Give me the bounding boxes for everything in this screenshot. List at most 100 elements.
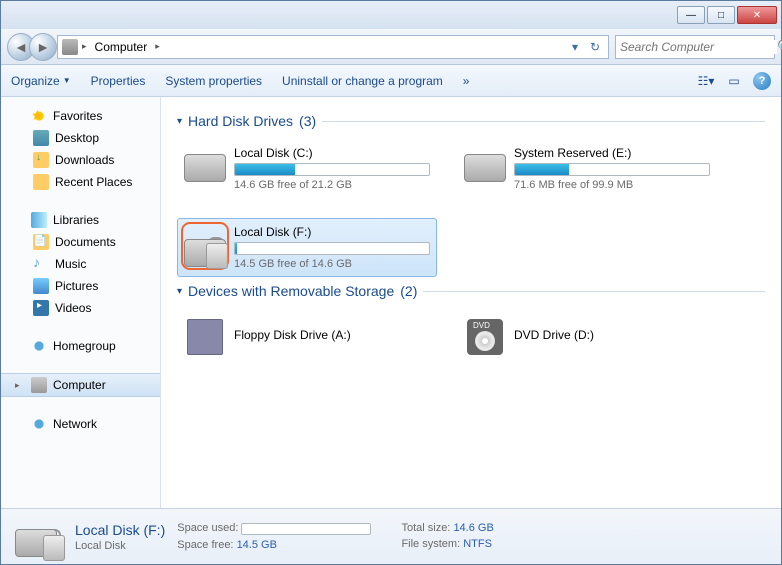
section-count: (3) — [299, 113, 316, 129]
sidebar-label: Pictures — [55, 279, 98, 293]
section-title: Hard Disk Drives — [188, 113, 293, 129]
minimize-button[interactable]: — — [677, 6, 705, 24]
breadcrumb-computer[interactable]: Computer — [91, 40, 152, 54]
usage-bar — [234, 242, 430, 255]
system-properties-button[interactable]: System properties — [165, 74, 262, 88]
sidebar-music[interactable]: Music — [1, 253, 160, 275]
divider — [423, 291, 765, 292]
computer-icon — [31, 377, 47, 393]
file-system-label: File system: — [401, 538, 460, 550]
section-count: (2) — [400, 283, 417, 299]
drive-free-text: 71.6 MB free of 99.9 MB — [514, 179, 710, 191]
sidebar-recent[interactable]: Recent Places — [1, 171, 160, 193]
expand-icon[interactable]: ▸ — [15, 380, 25, 391]
navigation-pane: Favorites Desktop Downloads Recent Place… — [1, 97, 161, 508]
documents-icon — [33, 234, 49, 250]
hdd-icon — [184, 146, 226, 188]
floppy-icon — [184, 316, 226, 358]
sidebar-label: Network — [53, 417, 97, 431]
drive-name: Floppy Disk Drive (A:) — [234, 328, 430, 342]
sidebar-network[interactable]: Network — [1, 413, 160, 435]
address-bar[interactable]: ▸ Computer ▸ ▾ ↻ — [57, 35, 609, 59]
sidebar-label: Favorites — [53, 109, 102, 123]
network-icon — [31, 416, 47, 432]
history-dropdown-button[interactable]: ▾ — [566, 37, 584, 57]
sidebar-label: Desktop — [55, 131, 99, 145]
dvd-icon — [464, 316, 506, 358]
computer-icon — [62, 39, 78, 55]
sidebar-label: Recent Places — [55, 175, 132, 189]
drive-e[interactable]: System Reserved (E:) 71.6 MB free of 99.… — [457, 139, 717, 198]
sidebar-label: Videos — [55, 301, 91, 315]
homegroup-icon — [31, 338, 47, 354]
view-options-button[interactable]: ☷▾ — [697, 72, 715, 90]
sidebar-label: Downloads — [55, 153, 114, 167]
search-icon[interactable]: 🔍 — [777, 39, 782, 55]
details-title: Local Disk (F:) — [75, 522, 165, 538]
downloads-icon — [33, 152, 49, 168]
chevron-right-icon[interactable]: ▸ — [155, 41, 160, 52]
drive-free-text: 14.6 GB free of 21.2 GB — [234, 179, 430, 191]
usage-bar — [234, 163, 430, 176]
sidebar-pictures[interactable]: Pictures — [1, 275, 160, 297]
section-title: Devices with Removable Storage — [188, 283, 394, 299]
space-free-value: 14.5 GB — [237, 539, 277, 551]
space-free-label: Space free: — [177, 539, 233, 551]
close-button[interactable]: ✕ — [737, 6, 777, 24]
sidebar-computer[interactable]: ▸ Computer — [1, 373, 160, 397]
total-size-label: Total size: — [401, 522, 450, 534]
toolbar: Organize▼ Properties System properties U… — [1, 65, 781, 97]
pictures-icon — [33, 278, 49, 294]
drive-a[interactable]: Floppy Disk Drive (A:) — [177, 309, 437, 365]
drive-name: DVD Drive (D:) — [514, 328, 710, 342]
properties-button[interactable]: Properties — [91, 74, 146, 88]
content-pane: ▾ Hard Disk Drives (3) Local Disk (C:) 1… — [161, 97, 781, 508]
maximize-button[interactable]: □ — [707, 6, 735, 24]
help-icon[interactable]: ? — [753, 72, 771, 90]
sidebar-videos[interactable]: Videos — [1, 297, 160, 319]
drive-d[interactable]: DVD Drive (D:) — [457, 309, 717, 365]
sidebar-libraries[interactable]: Libraries — [1, 209, 160, 231]
sidebar-desktop[interactable]: Desktop — [1, 127, 160, 149]
drive-name: Local Disk (C:) — [234, 146, 430, 160]
refresh-button[interactable]: ↻ — [586, 37, 604, 57]
drive-name: Local Disk (F:) — [234, 225, 430, 239]
total-size-value: 14.6 GB — [453, 522, 493, 534]
recent-icon — [33, 174, 49, 190]
sidebar-label: Homegroup — [53, 339, 116, 353]
chevron-down-icon: ▼ — [63, 76, 71, 85]
drive-f[interactable]: Local Disk (F:) 14.5 GB free of 14.6 GB — [177, 218, 437, 277]
sidebar-downloads[interactable]: Downloads — [1, 149, 160, 171]
organize-label: Organize — [11, 74, 60, 88]
drive-c[interactable]: Local Disk (C:) 14.6 GB free of 21.2 GB — [177, 139, 437, 198]
nav-history: ◄ ► — [7, 33, 51, 61]
uninstall-button[interactable]: Uninstall or change a program — [282, 74, 443, 88]
drive-free-text: 14.5 GB free of 14.6 GB — [234, 258, 430, 270]
collapse-icon[interactable]: ▾ — [177, 286, 182, 297]
chevron-right-icon[interactable]: ▸ — [82, 41, 87, 52]
forward-button[interactable]: ► — [29, 33, 57, 61]
preview-pane-button[interactable]: ▭ — [725, 72, 743, 90]
details-pane: Local Disk (F:) Local Disk Space used: S… — [1, 508, 781, 564]
search-input[interactable] — [620, 40, 777, 54]
sidebar-homegroup[interactable]: Homegroup — [1, 335, 160, 357]
sidebar-label: Computer — [53, 378, 106, 392]
sidebar-favorites[interactable]: Favorites — [1, 105, 160, 127]
toolbar-overflow[interactable]: » — [463, 74, 470, 88]
organize-menu[interactable]: Organize▼ — [11, 74, 71, 88]
section-hdd[interactable]: ▾ Hard Disk Drives (3) — [177, 113, 765, 129]
section-removable[interactable]: ▾ Devices with Removable Storage (2) — [177, 283, 765, 299]
sidebar-documents[interactable]: Documents — [1, 231, 160, 253]
desktop-icon — [33, 130, 49, 146]
usage-bar — [241, 523, 371, 535]
usage-bar — [514, 163, 710, 176]
nav-bar: ◄ ► ▸ Computer ▸ ▾ ↻ 🔍 — [1, 29, 781, 65]
explorer-window: — □ ✕ ◄ ► ▸ Computer ▸ ▾ ↻ 🔍 Organize▼ P… — [0, 0, 782, 565]
music-icon — [33, 256, 49, 272]
search-box[interactable]: 🔍 — [615, 35, 775, 59]
collapse-icon[interactable]: ▾ — [177, 116, 182, 127]
videos-icon — [33, 300, 49, 316]
hdd-icon — [464, 146, 506, 188]
sidebar-label: Documents — [55, 235, 116, 249]
hdd-lock-icon — [184, 225, 226, 267]
